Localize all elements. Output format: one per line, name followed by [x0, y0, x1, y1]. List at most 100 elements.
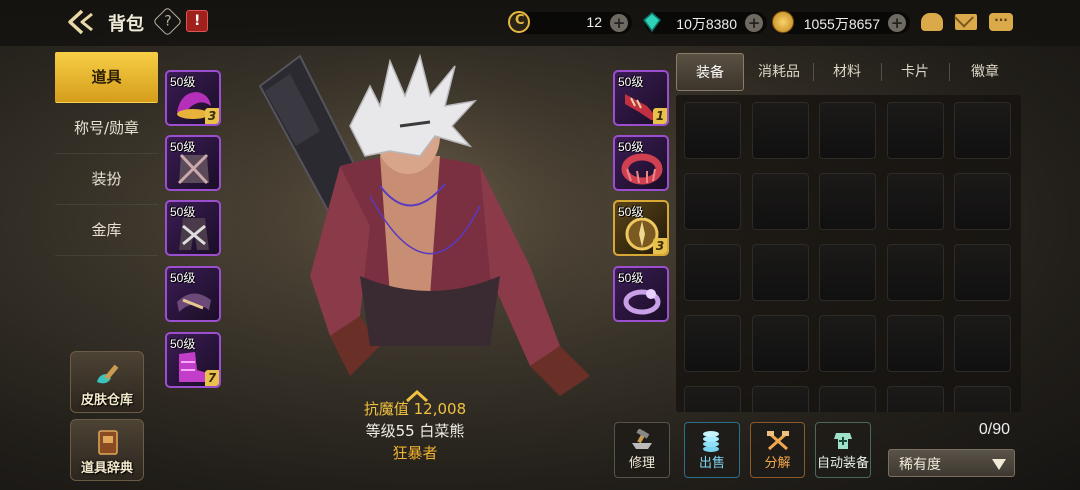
equip-slot-left-3[interactable]: 50级	[165, 200, 221, 256]
inventory-slot[interactable]	[886, 173, 944, 230]
item-level: 50级	[618, 75, 644, 89]
nav-item-titles-medals[interactable]: 称号/勋章	[55, 103, 158, 154]
inventory-slot[interactable]	[819, 244, 876, 301]
inventory-slot[interactable]	[886, 315, 944, 372]
c-coin-icon: C	[508, 11, 530, 33]
caret-down-icon	[992, 459, 1006, 470]
coin-stack-icon	[699, 429, 725, 453]
inventory-slot[interactable]	[954, 244, 1011, 301]
tab-materials[interactable]: 材料	[814, 53, 880, 91]
character-class: 狂暴者	[392, 444, 438, 462]
inventory-slot[interactable]	[819, 173, 876, 230]
equip-slot-right-1[interactable]: 50级 1	[613, 70, 669, 126]
item-count: 7	[205, 370, 219, 386]
inventory-slot[interactable]	[954, 315, 1011, 372]
item-level: 50级	[618, 205, 644, 219]
auto-equip-button[interactable]: 自动装备	[815, 422, 871, 478]
inventory-slot[interactable]	[751, 173, 809, 230]
currency-gold: 1055万8657 +	[772, 11, 910, 34]
book-icon	[93, 428, 123, 456]
nav-item-items[interactable]: 道具	[55, 52, 158, 103]
armor-icon	[173, 151, 215, 187]
ring-icon	[621, 282, 663, 318]
anvil-hammer-icon	[629, 428, 655, 453]
event-calendar-icon[interactable]	[186, 10, 208, 32]
inventory-slot[interactable]	[751, 102, 809, 159]
inventory-grid	[676, 95, 1021, 412]
item-level: 50级	[170, 75, 196, 89]
item-count: 1	[653, 108, 667, 124]
add-currency-button[interactable]: +	[888, 14, 906, 32]
magic-resistance: 抗魔值 12,008	[363, 400, 467, 418]
equip-slot-left-5[interactable]: 50级 7	[165, 332, 221, 388]
item-level: 50级	[170, 337, 196, 351]
rarity-sort-select[interactable]: 稀有度	[888, 449, 1015, 477]
character-info: 抗魔值 12,008 等级55 白菜熊 狂暴者	[300, 398, 530, 463]
gold-coin-icon	[772, 11, 794, 33]
inventory-slot[interactable]	[751, 315, 809, 372]
paintbrush-icon	[93, 360, 123, 388]
armor-plus-icon	[830, 429, 856, 453]
add-currency-button[interactable]: +	[745, 14, 763, 32]
nav-item-vault[interactable]: 金库	[55, 205, 158, 256]
inventory-count: 0/90	[978, 421, 1010, 438]
inventory-slot[interactable]	[684, 386, 741, 412]
inventory-slot[interactable]	[751, 244, 809, 301]
nav-item-costume[interactable]: 装扮	[55, 154, 158, 205]
crossed-hammers-icon	[765, 429, 791, 453]
pants-icon	[173, 216, 215, 252]
inventory-slot[interactable]	[684, 102, 741, 159]
auto-equip-label: 自动装备	[816, 456, 869, 471]
skin-storage-label: 皮肤仓库	[80, 393, 133, 408]
level-and-name: 等级55 白菜熊	[365, 422, 465, 440]
sell-button[interactable]: 出售	[684, 422, 740, 478]
tab-equipment[interactable]: 装备	[676, 53, 744, 91]
inventory-tabs: 装备 消耗品 材料 卡片 徽章	[676, 53, 1020, 91]
back-arrow-icon[interactable]	[66, 8, 100, 36]
item-level: 50级	[618, 140, 644, 154]
item-level: 50级	[170, 140, 196, 154]
tab-emblems[interactable]: 徽章	[950, 53, 1020, 91]
item-level: 50级	[170, 271, 196, 285]
equip-slot-left-4[interactable]: 50级	[165, 266, 221, 322]
repair-button[interactable]: 修理	[614, 422, 670, 478]
inventory-slot[interactable]	[886, 102, 944, 159]
item-level: 50级	[618, 271, 644, 285]
inventory-slot[interactable]	[684, 315, 741, 372]
repair-label: 修理	[628, 456, 655, 471]
tab-consumables[interactable]: 消耗品	[746, 53, 812, 91]
equip-slot-right-4[interactable]: 50级	[613, 266, 669, 322]
inventory-slot[interactable]	[751, 386, 809, 412]
inventory-slot[interactable]	[684, 244, 741, 301]
inventory-slot[interactable]	[886, 386, 944, 412]
disassemble-button[interactable]: 分解	[750, 422, 805, 478]
currency-value: 10万8380	[676, 16, 737, 32]
inventory-slot[interactable]	[819, 315, 876, 372]
treasure-bag-icon[interactable]	[921, 13, 943, 31]
inventory-slot[interactable]	[954, 102, 1011, 159]
inventory-slot[interactable]	[954, 173, 1011, 230]
currency-c-coin: C 12 +	[508, 11, 632, 34]
inventory-slot[interactable]	[886, 244, 944, 301]
bracelet-icon	[621, 151, 663, 187]
inventory-slot[interactable]	[819, 386, 876, 412]
equip-slot-right-3[interactable]: 50级 3	[613, 200, 669, 256]
add-currency-button[interactable]: +	[610, 14, 628, 32]
currency-value: 1055万8657	[803, 16, 880, 32]
equip-slot-left-2[interactable]: 50级	[165, 135, 221, 191]
equip-slot-left-1[interactable]: 50级 3	[165, 70, 221, 126]
item-dictionary-button[interactable]: 道具辞典	[70, 419, 144, 481]
currency-value: 12	[586, 14, 602, 30]
inventory-slot[interactable]	[684, 173, 741, 230]
chat-icon[interactable]: ···	[989, 13, 1013, 31]
item-dictionary-label: 道具辞典	[80, 461, 133, 476]
item-count: 3	[205, 108, 219, 124]
inventory-slot[interactable]	[954, 386, 1011, 412]
mail-icon[interactable]	[955, 14, 977, 30]
tab-cards[interactable]: 卡片	[882, 53, 948, 91]
sell-label: 出售	[698, 456, 725, 471]
inventory-slot[interactable]	[819, 102, 876, 159]
item-count: 3	[653, 238, 667, 254]
skin-storage-button[interactable]: 皮肤仓库	[70, 351, 144, 413]
equip-slot-right-2[interactable]: 50级	[613, 135, 669, 191]
